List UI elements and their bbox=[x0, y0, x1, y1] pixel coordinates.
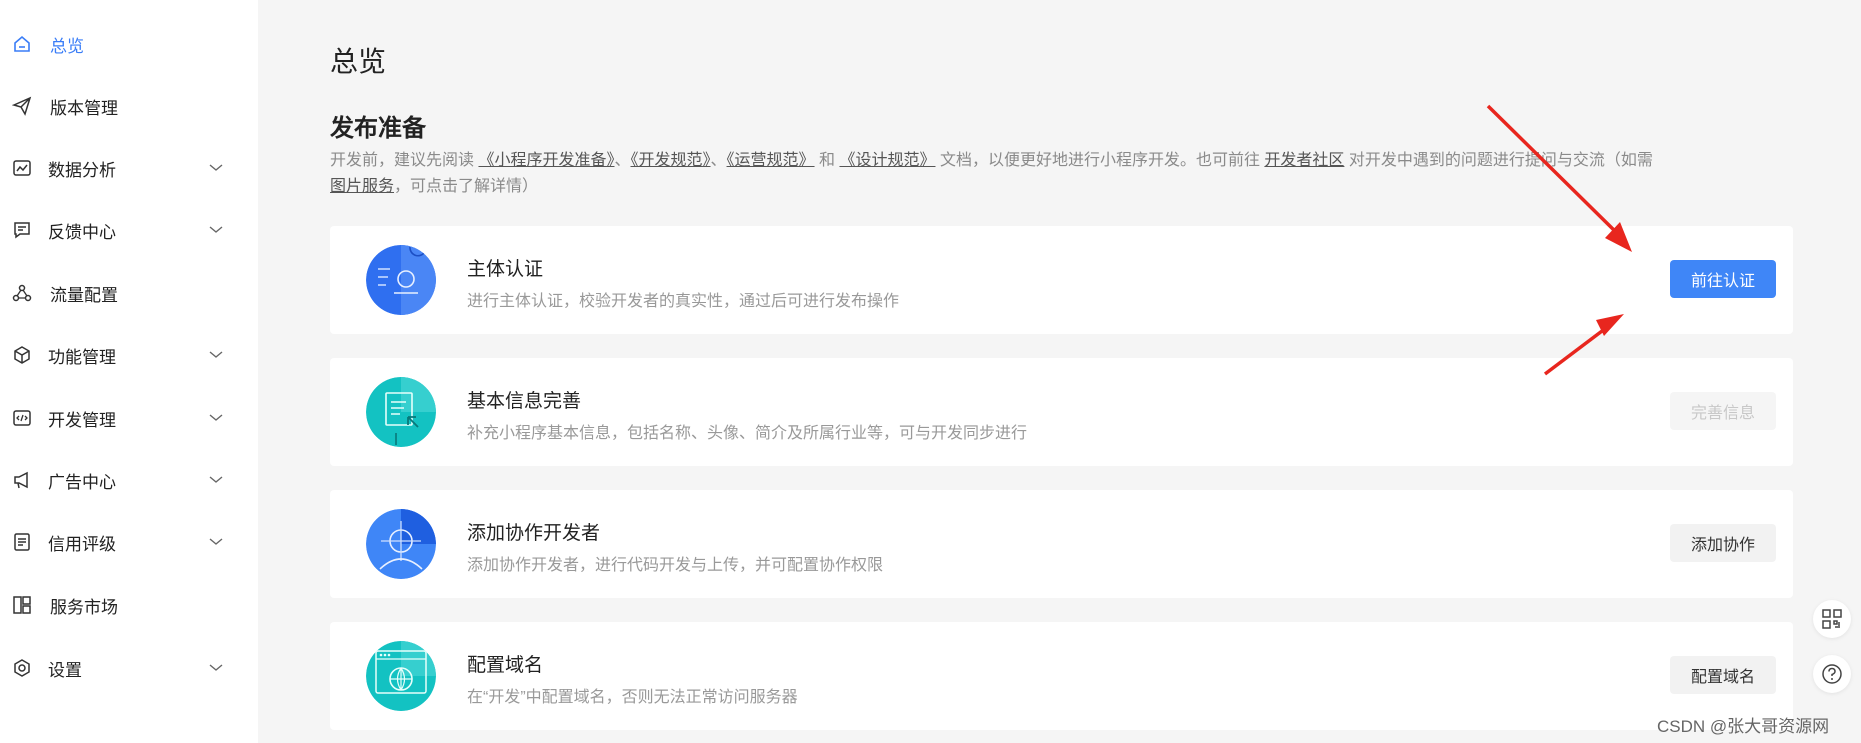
sidebar-item-overview[interactable]: 总览 bbox=[0, 24, 258, 64]
chevron-down-icon bbox=[209, 164, 223, 171]
card-configure-domain: 配置域名 在“开发”中配置域名，否则无法正常访问服务器 配置域名 bbox=[330, 622, 1793, 730]
link-dev-spec[interactable]: 《开发规范》 bbox=[631, 152, 711, 169]
configure-domain-button[interactable]: 配置域名 bbox=[1670, 656, 1776, 694]
intro-text-part: 、 bbox=[710, 152, 727, 169]
sidebar-item-dev[interactable]: 开发管理 bbox=[0, 398, 258, 438]
sidebar-item-label: 信用评级 bbox=[48, 534, 116, 554]
sidebar-item-settings[interactable]: 设置 bbox=[0, 648, 258, 688]
card-identity-verification: 主体认证 进行主体认证，校验开发者的真实性，通过后可进行发布操作 前往认证 bbox=[330, 226, 1793, 334]
cube-icon bbox=[12, 345, 32, 365]
link-image-service[interactable]: 图片服务 bbox=[330, 178, 394, 195]
chevron-down-icon bbox=[209, 226, 223, 233]
sidebar-item-feedback[interactable]: 反馈中心 bbox=[0, 210, 258, 250]
intro-text-part: ，可点击了解详情） bbox=[394, 178, 539, 195]
qrcode-icon bbox=[1822, 609, 1842, 629]
sidebar: 总览 版本管理 数据分析 反馈中心 流量配置 功能管理 开发管理 广告中心 信用… bbox=[0, 0, 258, 743]
sidebar-item-label: 流量配置 bbox=[50, 285, 118, 305]
link-dev-community[interactable]: 开发者社区 bbox=[1264, 152, 1344, 169]
section-title: 发布准备 bbox=[330, 115, 426, 142]
card-title: 配置域名 bbox=[467, 655, 544, 676]
sidebar-item-label: 广告中心 bbox=[48, 472, 116, 492]
page-title: 总览 bbox=[330, 46, 387, 77]
sidebar-item-label: 功能管理 bbox=[48, 347, 116, 367]
sidebar-item-market[interactable]: 服务市场 bbox=[0, 585, 258, 625]
paper-plane-icon bbox=[12, 96, 32, 116]
chart-icon bbox=[12, 158, 32, 178]
sidebar-item-label: 数据分析 bbox=[48, 160, 116, 180]
sidebar-item-ads[interactable]: 广告中心 bbox=[0, 460, 258, 500]
network-icon bbox=[12, 283, 32, 303]
card-description: 补充小程序基本信息，包括名称、头像、简介及所属行业等，可与开发同步进行 bbox=[467, 425, 1028, 442]
go-verify-button[interactable]: 前往认证 bbox=[1670, 260, 1776, 298]
link-dev-prep[interactable]: 《小程序开发准备》 bbox=[478, 152, 614, 169]
card-basic-info: 基本信息完善 补充小程序基本信息，包括名称、头像、简介及所属行业等，可与开发同步… bbox=[330, 358, 1793, 466]
help-button[interactable] bbox=[1813, 655, 1851, 693]
watermark: CSDN @张大哥资源网 bbox=[1657, 717, 1830, 736]
gear-icon bbox=[12, 658, 32, 678]
main-content: 总览 发布准备 开发前，建议先阅读 《小程序开发准备》、《开发规范》、《运营规范… bbox=[258, 0, 1861, 743]
intro-text-part: 对开发中遇到的问题进行提问与交流（如需 bbox=[1348, 152, 1653, 169]
sidebar-item-label: 设置 bbox=[48, 660, 82, 680]
chevron-down-icon bbox=[209, 538, 223, 545]
chevron-down-icon bbox=[209, 476, 223, 483]
collaborator-icon bbox=[366, 509, 436, 579]
sidebar-item-label: 总览 bbox=[50, 36, 84, 56]
card-title: 基本信息完善 bbox=[467, 391, 582, 412]
sidebar-item-version[interactable]: 版本管理 bbox=[0, 86, 258, 126]
link-ops-spec[interactable]: 《运营规范》 bbox=[727, 152, 815, 169]
globe-icon bbox=[366, 641, 436, 711]
qrcode-button[interactable] bbox=[1813, 600, 1851, 638]
intro-text-part: 和 bbox=[819, 152, 836, 169]
intro-text-part: 、 bbox=[614, 152, 631, 169]
sidebar-item-label: 版本管理 bbox=[50, 98, 118, 118]
sidebar-item-label: 开发管理 bbox=[48, 410, 116, 430]
home-icon bbox=[12, 34, 32, 54]
link-design-spec[interactable]: 《设计规范》 bbox=[839, 152, 935, 169]
chevron-down-icon bbox=[209, 664, 223, 671]
chevron-down-icon bbox=[209, 414, 223, 421]
grid-icon bbox=[12, 595, 32, 615]
complete-info-button[interactable]: 完善信息 bbox=[1670, 392, 1776, 430]
card-title: 主体认证 bbox=[467, 259, 544, 280]
code-icon bbox=[12, 408, 32, 428]
message-icon bbox=[12, 220, 32, 240]
add-collaborator-button[interactable]: 添加协作 bbox=[1670, 524, 1776, 562]
card-title: 添加协作开发者 bbox=[467, 523, 601, 544]
card-description: 添加协作开发者，进行代码开发与上传，并可配置协作权限 bbox=[467, 557, 884, 574]
card-description: 在“开发”中配置域名，否则无法正常访问服务器 bbox=[467, 689, 798, 706]
document-icon bbox=[12, 532, 32, 552]
sidebar-item-label: 服务市场 bbox=[50, 597, 118, 617]
sidebar-item-label: 反馈中心 bbox=[48, 222, 116, 242]
identity-icon bbox=[366, 245, 436, 315]
info-form-icon bbox=[366, 377, 436, 447]
chevron-down-icon bbox=[209, 351, 223, 358]
sidebar-item-traffic[interactable]: 流量配置 bbox=[0, 273, 258, 313]
sidebar-item-credit[interactable]: 信用评级 bbox=[0, 522, 258, 562]
sidebar-item-features[interactable]: 功能管理 bbox=[0, 335, 258, 375]
intro-text: 开发前，建议先阅读 《小程序开发准备》、《开发规范》、《运营规范》 和 《设计规… bbox=[330, 148, 1861, 200]
sidebar-item-analytics[interactable]: 数据分析 bbox=[0, 148, 258, 188]
intro-text-part: 文档，以便更好地进行小程序开发。也可前往 bbox=[939, 152, 1260, 169]
help-icon bbox=[1822, 664, 1842, 684]
card-description: 进行主体认证，校验开发者的真实性，通过后可进行发布操作 bbox=[467, 293, 900, 310]
intro-text-part: 开发前，建议先阅读 bbox=[330, 152, 475, 169]
card-add-collaborator: 添加协作开发者 添加协作开发者，进行代码开发与上传，并可配置协作权限 添加协作 bbox=[330, 490, 1793, 598]
megaphone-icon bbox=[12, 470, 32, 490]
